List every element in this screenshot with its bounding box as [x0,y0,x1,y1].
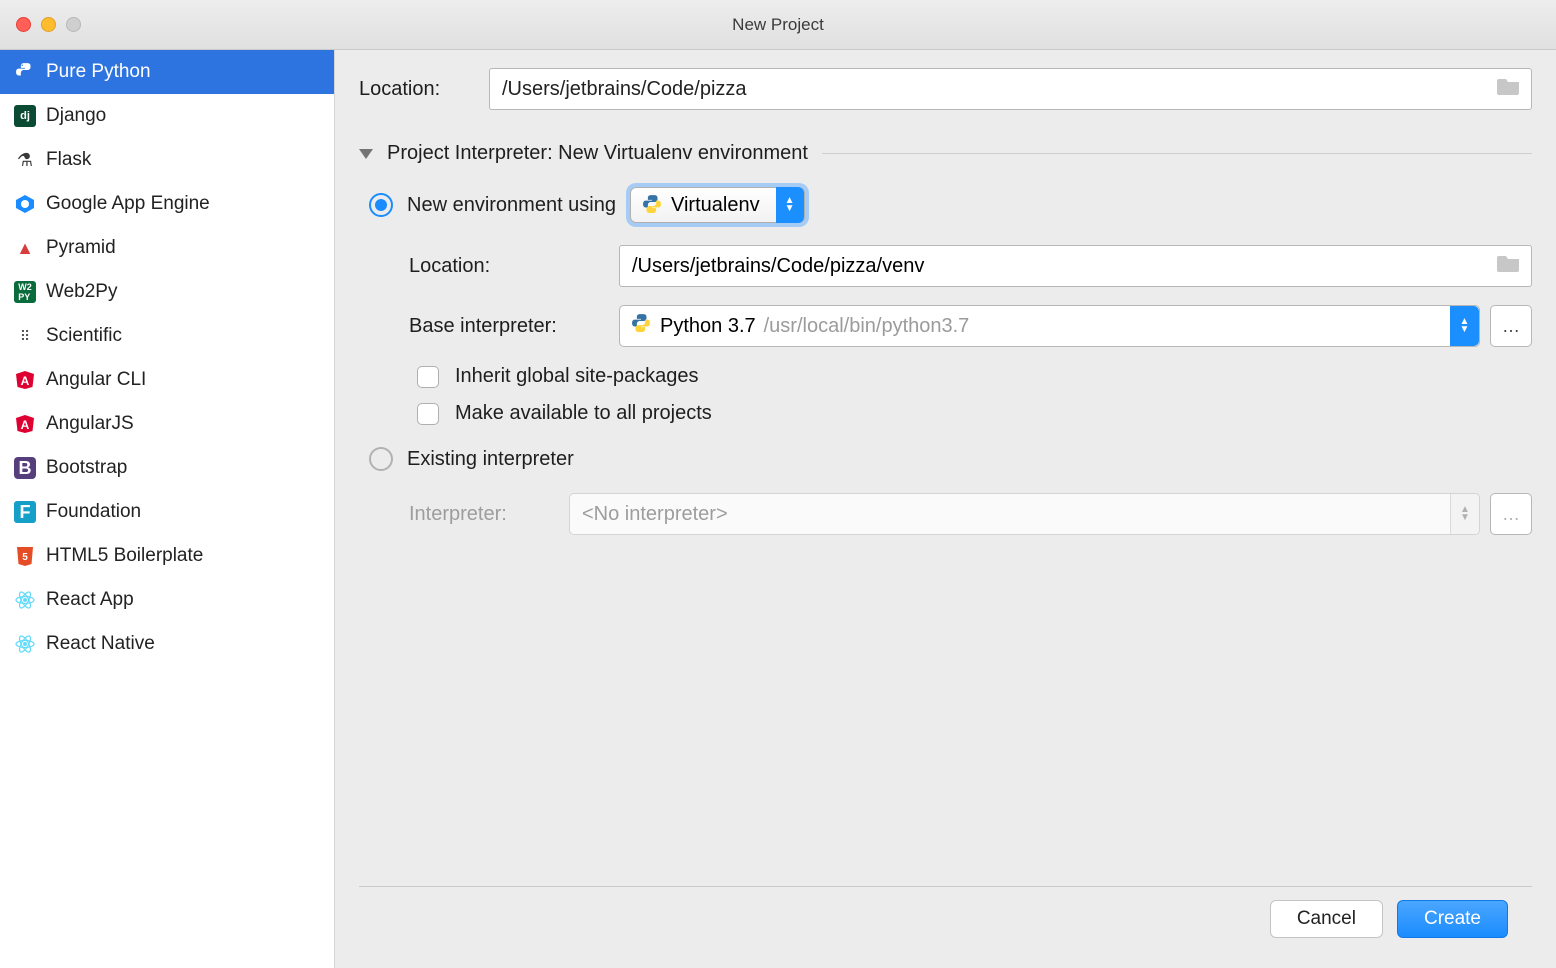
inherit-packages-checkbox[interactable] [417,366,439,388]
sidebar-item-bootstrap[interactable]: B Bootstrap [0,446,334,490]
existing-interpreter-radio[interactable] [369,447,393,471]
sidebar-item-angular-cli[interactable]: A Angular CLI [0,358,334,402]
existing-interpreter-browse-button: … [1490,493,1532,535]
svg-text:A: A [21,374,30,388]
sidebar-item-label: Pyramid [46,237,116,259]
cancel-button[interactable]: Cancel [1270,900,1383,938]
existing-interpreter-value: <No interpreter> [582,503,728,526]
sidebar-item-google-app-engine[interactable]: Google App Engine [0,182,334,226]
sidebar-item-label: Web2Py [46,281,117,303]
sidebar-item-label: Django [46,105,106,127]
angular-icon: A [14,369,36,391]
sidebar-item-scientific[interactable]: ⠿ Scientific [0,314,334,358]
sidebar-item-label: React Native [46,633,155,655]
pyramid-icon: ▲ [14,237,36,259]
sidebar-item-flask[interactable]: ⚗ Flask [0,138,334,182]
sidebar-item-label: HTML5 Boilerplate [46,545,203,567]
react-icon [14,633,36,655]
sidebar-item-label: Bootstrap [46,457,127,479]
sidebar-item-label: Pure Python [46,61,151,83]
location-input[interactable]: /Users/jetbrains/Code/pizza [489,68,1532,110]
env-location-input[interactable]: /Users/jetbrains/Code/pizza/venv [619,245,1532,287]
sidebar-item-label: Flask [46,149,91,171]
sidebar-item-foundation[interactable]: F Foundation [0,490,334,534]
python-icon [641,193,663,218]
bootstrap-icon: B [14,457,36,479]
existing-interpreter-label: Existing interpreter [407,448,574,471]
base-interpreter-path: /usr/local/bin/python3.7 [764,315,970,338]
create-button[interactable]: Create [1397,900,1508,938]
project-type-sidebar: Pure Python dj Django ⚗ Flask Google App… [0,50,335,968]
location-value: /Users/jetbrains/Code/pizza [502,78,747,101]
make-available-checkbox[interactable] [417,403,439,425]
section-title: Project Interpreter: New Virtualenv envi… [387,142,808,165]
titlebar: New Project [0,0,1556,50]
section-divider [822,153,1532,154]
sidebar-item-pyramid[interactable]: ▲ Pyramid [0,226,334,270]
sidebar-item-angularjs[interactable]: A AngularJS [0,402,334,446]
inherit-packages-label: Inherit global site-packages [455,365,698,388]
new-environment-label: New environment using [407,194,616,217]
svg-text:A: A [21,418,30,432]
web2py-icon: W2PY [14,281,36,303]
sidebar-item-label: Scientific [46,325,122,347]
base-interpreter-label: Base interpreter: [409,315,619,338]
sidebar-item-django[interactable]: dj Django [0,94,334,138]
location-label: Location: [359,78,489,101]
foundation-icon: F [14,501,36,523]
sidebar-item-label: Google App Engine [46,193,210,215]
sidebar-item-web2py[interactable]: W2PY Web2Py [0,270,334,314]
sidebar-item-label: React App [46,589,134,611]
sidebar-item-label: Foundation [46,501,141,523]
sidebar-item-pure-python[interactable]: Pure Python [0,50,334,94]
gae-icon [14,193,36,215]
svg-text:5: 5 [22,552,28,563]
interpreter-section-header[interactable]: Project Interpreter: New Virtualenv envi… [359,142,1532,165]
environment-type-combo[interactable]: Virtualenv ▲▼ [630,187,805,223]
html5-icon: 5 [14,545,36,567]
browse-folder-icon[interactable] [1497,76,1521,102]
select-stepper-icon: ▲▼ [1450,306,1479,346]
window-title: New Project [0,15,1556,35]
django-icon: dj [14,105,36,127]
sidebar-item-html5-boilerplate[interactable]: 5 HTML5 Boilerplate [0,534,334,578]
base-interpreter-name: Python 3.7 [660,315,756,338]
sidebar-item-react-native[interactable]: React Native [0,622,334,666]
dialog-footer: Cancel Create [359,886,1532,950]
existing-interpreter-field-label: Interpreter: [409,503,569,526]
main-panel: Location: /Users/jetbrains/Code/pizza Pr… [335,50,1556,968]
select-stepper-icon: ▲▼ [1450,494,1479,534]
angular-icon: A [14,413,36,435]
python-icon [630,312,652,340]
new-project-window: New Project Pure Python dj Django ⚗ Flas… [0,0,1556,968]
combo-stepper-icon: ▲▼ [776,187,804,223]
existing-interpreter-select: <No interpreter> ▲▼ [569,493,1480,535]
new-environment-radio[interactable] [369,193,393,217]
base-interpreter-select[interactable]: Python 3.7 /usr/local/bin/python3.7 ▲▼ [619,305,1480,347]
sidebar-item-react-app[interactable]: React App [0,578,334,622]
react-icon [14,589,36,611]
python-icon [14,61,36,83]
browse-folder-icon[interactable] [1497,253,1521,279]
collapse-triangle-icon [359,149,373,159]
sidebar-item-label: Angular CLI [46,369,146,391]
make-available-label: Make available to all projects [455,402,712,425]
scientific-icon: ⠿ [14,325,36,347]
env-location-label: Location: [409,255,619,278]
dialog-body: Pure Python dj Django ⚗ Flask Google App… [0,50,1556,968]
base-interpreter-browse-button[interactable]: … [1490,305,1532,347]
sidebar-item-label: AngularJS [46,413,134,435]
flask-icon: ⚗ [14,149,36,171]
env-location-value: /Users/jetbrains/Code/pizza/venv [632,255,924,278]
combo-value: Virtualenv [671,194,776,217]
